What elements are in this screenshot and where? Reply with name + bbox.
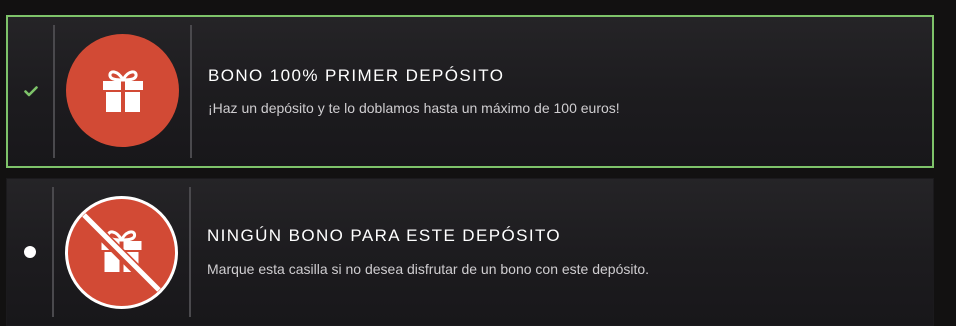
option-description: ¡Haz un depósito y te lo doblamos hasta …: [208, 100, 620, 116]
option-text: NINGÚN BONO PARA ESTE DEPÓSITO Marque es…: [207, 225, 913, 279]
check-icon: [24, 86, 38, 97]
divider: [189, 187, 191, 317]
divider: [53, 25, 55, 158]
divider: [52, 187, 54, 317]
option-text: BONO 100% PRIMER DEPÓSITO ¡Haz un depósi…: [208, 65, 912, 118]
option-title: BONO 100% PRIMER DEPÓSITO: [208, 66, 505, 85]
gift-icon: [66, 34, 179, 147]
no-gift-icon: [65, 196, 178, 309]
selected-indicator[interactable]: [8, 17, 54, 166]
radio-indicator[interactable]: [7, 179, 53, 325]
option-title: NINGÚN BONO PARA ESTE DEPÓSITO: [207, 226, 562, 245]
divider: [190, 25, 192, 158]
bonus-option-first-deposit[interactable]: BONO 100% PRIMER DEPÓSITO ¡Haz un depósi…: [6, 15, 934, 168]
radio-dot: [24, 246, 36, 258]
bonus-option-no-bonus[interactable]: NINGÚN BONO PARA ESTE DEPÓSITO Marque es…: [6, 178, 934, 326]
option-description: Marque esta casilla si no desea disfruta…: [207, 261, 650, 277]
bonus-selection: BONO 100% PRIMER DEPÓSITO ¡Haz un depósi…: [0, 0, 956, 326]
